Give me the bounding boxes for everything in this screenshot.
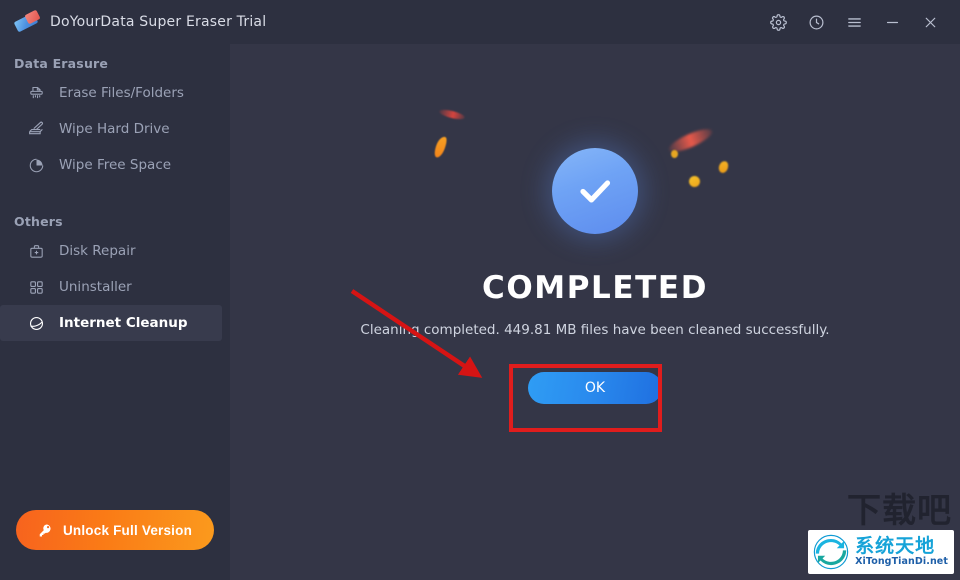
title-bar: DoYourData Super Eraser Trial [0,0,960,44]
unlock-button-label: Unlock Full Version [62,522,193,538]
sidebar-item-erase-files-folders[interactable]: Erase Files/Folders [0,75,222,111]
page-title: COMPLETED [481,270,709,306]
grid-squares-icon [26,277,46,297]
clock-icon[interactable] [800,6,832,38]
key-icon [38,523,53,538]
toolbox-icon [26,241,46,261]
sidebar-item-wipe-free-space[interactable]: Wipe Free Space [0,147,222,183]
window-title: DoYourData Super Eraser Trial [50,14,267,30]
sidebar: Data Erasure Erase Files/Folders Wipe Ha… [0,44,230,580]
sidebar-item-wipe-hard-drive[interactable]: Wipe Hard Drive [0,111,222,147]
application-window: DoYourData Super Eraser Trial Data Erasu… [0,0,960,580]
window-controls [756,0,960,44]
sidebar-item-label: Disk Repair [59,243,136,259]
close-icon[interactable] [914,6,946,38]
confetti-red-streak-left [438,107,466,122]
unlock-section: Unlock Full Version [0,510,230,580]
site-watermark-logo: 系统天地 XiTongTianDi.net [808,530,954,574]
settings-button[interactable] [762,6,794,38]
sidebar-item-label: Erase Files/Folders [59,85,184,101]
globe-icon [26,313,46,333]
main-content: COMPLETED Cleaning completed. 449.81 MB … [230,44,960,580]
sidebar-group-others: Disk Repair Uninstaller Internet Cleanup [0,233,230,341]
sidebar-section-title-data-erasure: Data Erasure [14,56,109,71]
check-circle-icon [552,148,638,234]
status-message: Cleaning completed. 449.81 MB files have… [360,322,830,338]
minimize-icon[interactable] [876,6,908,38]
sidebar-item-label: Internet Cleanup [59,315,188,331]
eraser-icon [13,9,41,35]
sidebar-item-label: Uninstaller [59,279,132,295]
shredder-icon [26,83,46,103]
sidebar-section-title-others: Others [14,214,63,229]
sidebar-item-disk-repair[interactable]: Disk Repair [0,233,222,269]
watermark-chinese-text: 系统天地 [855,535,936,557]
sidebar-item-label: Wipe Hard Drive [59,121,170,137]
pie-chart-icon [26,155,46,175]
ok-button[interactable]: OK [528,372,662,404]
sidebar-item-internet-cleanup[interactable]: Internet Cleanup [0,305,222,341]
recycle-arrows-icon [813,534,849,570]
completion-panel: COMPLETED Cleaning completed. 449.81 MB … [230,148,960,404]
unlock-full-version-button[interactable]: Unlock Full Version [16,510,214,550]
sidebar-item-uninstaller[interactable]: Uninstaller [0,269,222,305]
hamburger-icon[interactable] [838,6,870,38]
sidebar-group-data-erasure: Erase Files/Folders Wipe Hard Drive Wipe… [0,75,230,183]
background-watermark-text: 下载吧 [847,491,952,531]
sidebar-item-label: Wipe Free Space [59,157,172,173]
watermark-site-url: XiTongTianDi.net [855,556,948,567]
wipe-drive-icon [26,119,46,139]
